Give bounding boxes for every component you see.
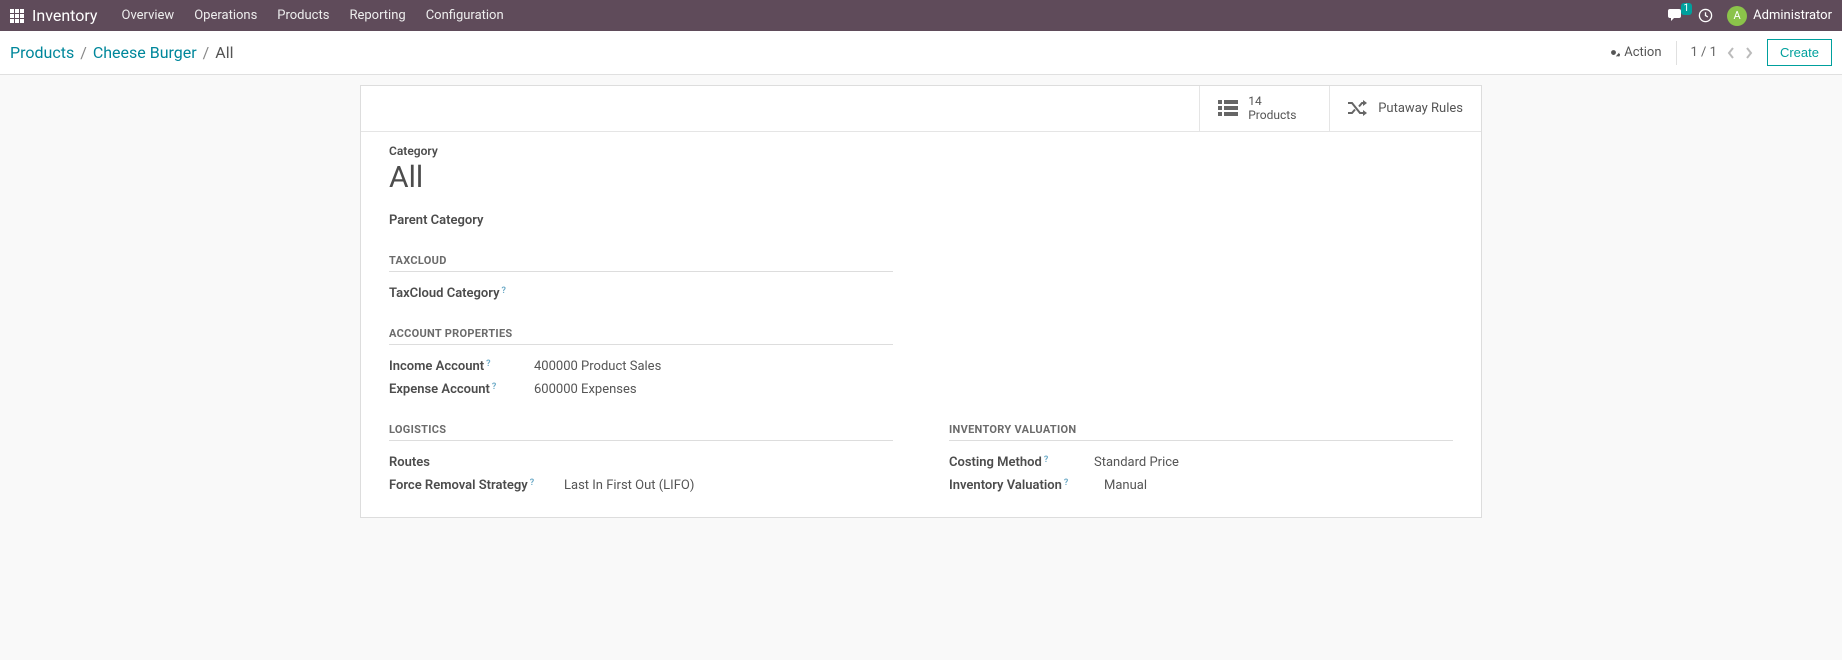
taxcloud-category-label-text: TaxCloud Category	[389, 286, 500, 301]
help-icon[interactable]: ?	[502, 286, 506, 296]
income-account-label: Income Account?	[389, 359, 534, 374]
chevron-left-icon	[1727, 47, 1735, 59]
menu-overview[interactable]: Overview	[122, 8, 175, 23]
main-navbar: Inventory Overview Operations Products R…	[0, 0, 1842, 31]
costing-method-value[interactable]: Standard Price	[1094, 455, 1179, 470]
force-removal-value[interactable]: Last In First Out (LIFO)	[564, 478, 694, 493]
costing-method-label: Costing Method?	[949, 455, 1094, 470]
pager-next[interactable]	[1745, 47, 1753, 59]
activities-button[interactable]	[1698, 8, 1713, 23]
expense-account-value[interactable]: 600000 Expenses	[534, 382, 637, 397]
pager-value: 1 / 1	[1691, 45, 1717, 60]
stat-products-count: 14	[1248, 94, 1296, 108]
user-menu[interactable]: A Administrator	[1727, 6, 1832, 26]
app-switcher[interactable]: Inventory	[10, 6, 98, 25]
field-expense-account: Expense Account? 600000 Expenses	[389, 378, 893, 401]
help-icon[interactable]: ?	[530, 478, 534, 488]
income-account-value[interactable]: 400000 Product Sales	[534, 359, 661, 374]
income-account-label-text: Income Account	[389, 359, 484, 374]
app-name: Inventory	[32, 6, 98, 25]
form-sheet: 14 Products Putaway Rules Category All P…	[360, 85, 1482, 518]
breadcrumb-separator: /	[203, 43, 210, 62]
create-button[interactable]: Create	[1767, 39, 1832, 66]
chevron-right-icon	[1745, 47, 1753, 59]
stat-putaway-label: Putaway Rules	[1378, 101, 1463, 116]
shuffle-icon	[1348, 100, 1368, 116]
field-parent-category: Parent Category	[389, 209, 909, 232]
pager: 1 / 1	[1676, 41, 1753, 65]
inventory-valuation-label-text: Inventory Valuation	[949, 478, 1062, 493]
breadcrumb-products[interactable]: Products	[10, 43, 74, 62]
col-valuation: INVENTORY VALUATION Costing Method? Stan…	[921, 401, 1453, 497]
taxcloud-category-label: TaxCloud Category?	[389, 286, 534, 301]
action-dropdown[interactable]: Action	[1607, 45, 1661, 60]
account-properties-header: ACCOUNT PROPERTIES	[389, 327, 893, 345]
row-logistics-valuation: LOGISTICS Routes Force Removal Strategy?…	[389, 401, 1453, 497]
field-force-removal: Force Removal Strategy? Last In First Ou…	[389, 474, 893, 497]
field-taxcloud-category: TaxCloud Category?	[389, 282, 893, 305]
menu-reporting[interactable]: Reporting	[349, 8, 405, 23]
force-removal-label-text: Force Removal Strategy	[389, 478, 528, 493]
gear-icon	[1607, 46, 1620, 59]
menu-operations[interactable]: Operations	[194, 8, 257, 23]
avatar: A	[1727, 6, 1747, 26]
help-icon[interactable]: ?	[492, 382, 496, 392]
chat-badge: 1	[1681, 3, 1693, 15]
messaging-button[interactable]: 1	[1668, 9, 1684, 23]
field-costing-method: Costing Method? Standard Price	[949, 451, 1453, 474]
col-right-1	[921, 232, 1453, 401]
category-name[interactable]: All	[389, 160, 1453, 195]
inventory-valuation-label: Inventory Valuation?	[949, 478, 1104, 493]
routes-label: Routes	[389, 455, 534, 470]
user-name: Administrator	[1753, 8, 1832, 23]
pager-prev[interactable]	[1727, 47, 1735, 59]
help-icon[interactable]: ?	[1044, 455, 1048, 465]
parent-category-label: Parent Category	[389, 213, 534, 228]
menu-products[interactable]: Products	[277, 8, 329, 23]
taxcloud-header: TAXCLOUD	[389, 254, 893, 272]
breadcrumb-current: All	[215, 43, 233, 62]
row-tax-account: TAXCLOUD TaxCloud Category? ACCOUNT PROP…	[389, 232, 1453, 401]
stat-products-text: 14 Products	[1248, 94, 1296, 123]
nav-left: Inventory Overview Operations Products R…	[10, 6, 504, 25]
force-removal-label: Force Removal Strategy?	[389, 478, 564, 493]
apps-icon	[10, 9, 24, 23]
nav-right: 1 A Administrator	[1668, 6, 1832, 26]
stat-putaway-button[interactable]: Putaway Rules	[1329, 86, 1481, 131]
expense-account-label-text: Expense Account	[389, 382, 490, 397]
sheet-container: 14 Products Putaway Rules Category All P…	[0, 75, 1842, 518]
help-icon[interactable]: ?	[486, 359, 490, 369]
clock-icon	[1698, 8, 1713, 23]
sheet-body: Category All Parent Category TAXCLOUD Ta…	[361, 132, 1481, 517]
stat-products-label: Products	[1248, 108, 1296, 122]
breadcrumb-cheese-burger[interactable]: Cheese Burger	[93, 43, 197, 62]
inventory-valuation-header: INVENTORY VALUATION	[949, 423, 1453, 441]
stat-products-button[interactable]: 14 Products	[1199, 86, 1329, 131]
button-box: 14 Products Putaway Rules	[361, 86, 1481, 132]
category-label: Category	[389, 144, 1453, 158]
field-income-account: Income Account? 400000 Product Sales	[389, 355, 893, 378]
field-inventory-valuation: Inventory Valuation? Manual	[949, 474, 1453, 497]
control-right: Action 1 / 1 Create	[1607, 39, 1832, 66]
breadcrumb: Products / Cheese Burger / All	[10, 43, 234, 62]
logistics-header: LOGISTICS	[389, 423, 893, 441]
expense-account-label: Expense Account?	[389, 382, 534, 397]
col-left-1: TAXCLOUD TaxCloud Category? ACCOUNT PROP…	[389, 232, 921, 401]
list-icon	[1218, 100, 1238, 116]
col-logistics: LOGISTICS Routes Force Removal Strategy?…	[389, 401, 921, 497]
menu-configuration[interactable]: Configuration	[426, 8, 504, 23]
action-label: Action	[1624, 45, 1661, 60]
control-panel: Products / Cheese Burger / All Action 1 …	[0, 31, 1842, 75]
inventory-valuation-value[interactable]: Manual	[1104, 478, 1147, 493]
breadcrumb-separator: /	[80, 43, 87, 62]
field-routes: Routes	[389, 451, 893, 474]
costing-method-label-text: Costing Method	[949, 455, 1042, 470]
avatar-initial: A	[1734, 9, 1741, 22]
help-icon[interactable]: ?	[1064, 478, 1068, 488]
nav-menu: Overview Operations Products Reporting C…	[122, 8, 504, 23]
